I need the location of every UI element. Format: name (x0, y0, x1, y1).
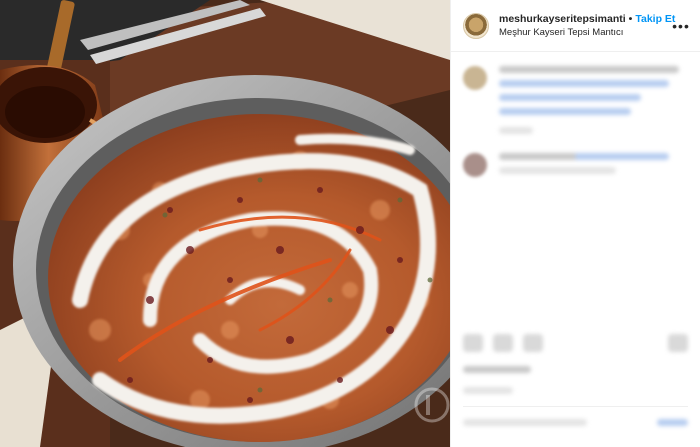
post-photo[interactable] (0, 0, 450, 447)
post-comment-button-blurred[interactable] (656, 419, 688, 426)
action-icons (463, 334, 688, 352)
add-comment-row (463, 406, 688, 433)
share-icon[interactable] (523, 334, 543, 352)
likes-count-blurred (463, 366, 531, 373)
profile-avatar[interactable] (463, 12, 489, 39)
comment-item (463, 66, 688, 141)
post-header: meshurkayseritepsimanti • Takip Et Meşhur … (451, 0, 700, 52)
separator-dot: • (628, 13, 633, 25)
add-comment-input-blurred[interactable] (463, 419, 587, 426)
post-sidebar: meshurkayseritepsimanti • Takip Et Meşhur … (450, 0, 700, 447)
header-line: meshurkayseritepsimanti • Takip Et (499, 13, 675, 25)
comment-item (463, 153, 688, 181)
comments-section (451, 52, 700, 181)
manti-tray-image (0, 0, 450, 447)
comment-icon[interactable] (493, 334, 513, 352)
commenter-avatar (463, 153, 487, 177)
header-text: meshurkayseritepsimanti • Takip Et Meşhur … (499, 13, 675, 38)
location-link[interactable]: Meşhur Kayseri Tepsi Mantıcı (499, 27, 672, 38)
more-options-icon[interactable]: ••• (672, 18, 690, 34)
commenter-avatar (463, 66, 487, 90)
follow-button[interactable]: Takip Et (635, 13, 675, 25)
timestamp-blurred (463, 387, 513, 394)
instagram-post: meshurkayseritepsimanti • Takip Et Meşhur … (0, 0, 700, 447)
username-link[interactable]: meshurkayseritepsimanti (499, 13, 626, 25)
bookmark-icon[interactable] (668, 334, 688, 352)
comment-text-blurred (499, 66, 688, 141)
like-icon[interactable] (463, 334, 483, 352)
actions-footer-blurred (463, 334, 688, 433)
comment-text-blurred (499, 153, 688, 181)
